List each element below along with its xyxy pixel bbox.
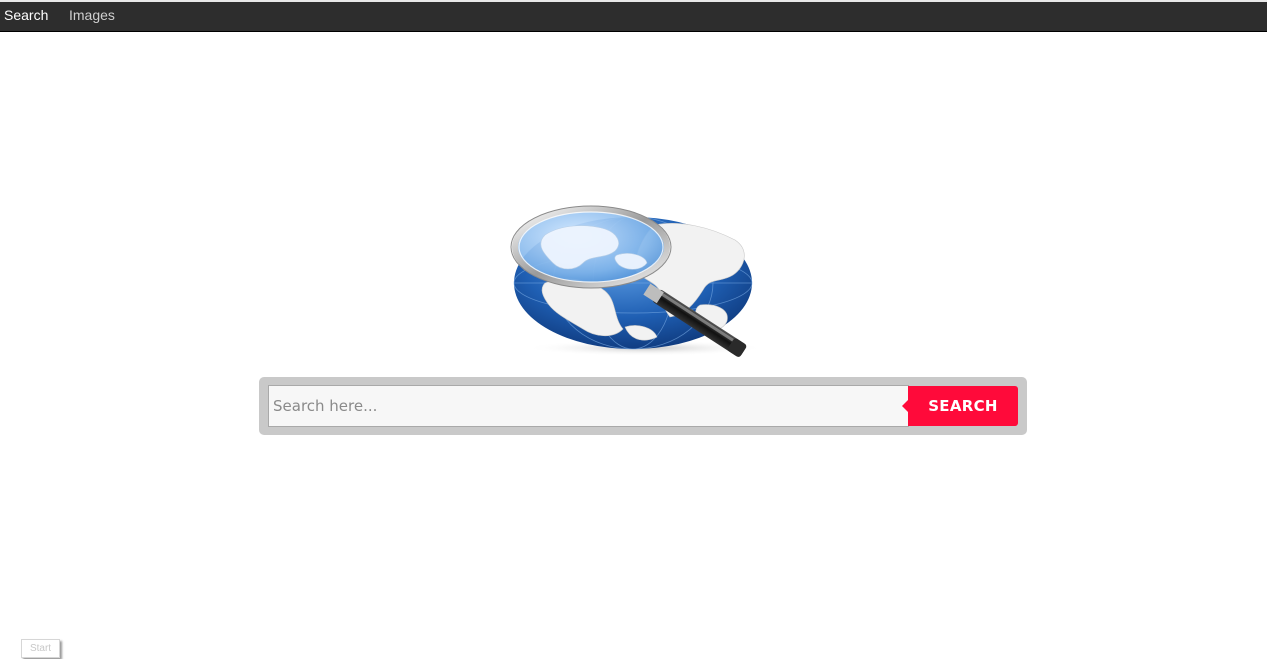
search-button[interactable]: SEARCH (902, 386, 1018, 426)
globe-magnifier-icon (505, 205, 770, 360)
nav-images-link[interactable]: Images (69, 7, 115, 23)
top-nav-bar: Search Images (0, 0, 1267, 32)
start-button[interactable]: Start (21, 639, 60, 658)
search-input[interactable] (268, 385, 909, 427)
search-box: SEARCH (259, 377, 1027, 435)
nav-search-link[interactable]: Search (4, 7, 48, 23)
